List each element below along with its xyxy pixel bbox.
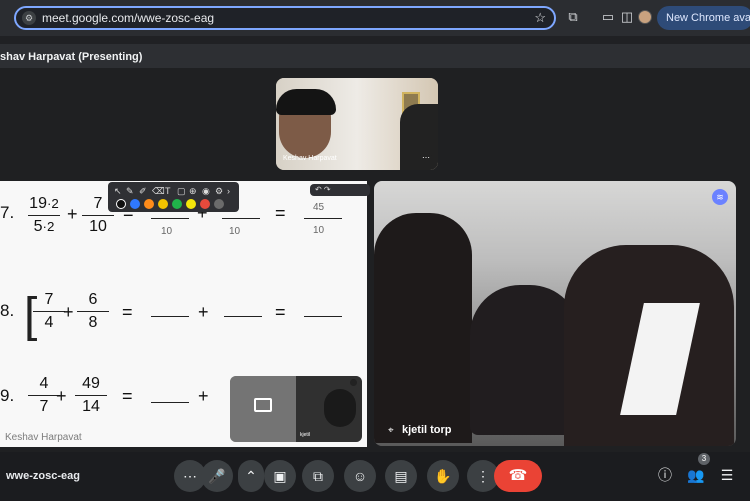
chevron-right-icon[interactable]: ›: [227, 186, 230, 196]
person-hair: [276, 89, 336, 115]
address-bar[interactable]: ⚙ meet.google.com/wwe-zosc-eag ☆: [14, 6, 556, 30]
side-person: [400, 104, 438, 170]
yellow-color-icon[interactable]: [158, 199, 168, 209]
top-tile-name: Keshav Harpavat: [283, 155, 337, 162]
equals-sign-2: =: [275, 203, 286, 223]
mute-indicator-icon: [350, 379, 357, 386]
raise-hand-button[interactable]: ✋: [427, 460, 459, 492]
math-row-8: 8. [ 7 4 + 6 8 = + =: [0, 270, 367, 342]
right-video-tile[interactable]: ≋ ⌖ kjetil torp: [374, 181, 736, 446]
handwritten-result-den: 10: [313, 225, 325, 236]
plus-sign-2: +: [198, 386, 209, 406]
eraser-icon[interactable]: ⌫: [152, 186, 165, 197]
lime-color-icon[interactable]: [186, 199, 196, 209]
meeting-controls-bar: wwe-zosc-eag ⋯ 🎤 ⌃ ▣ ⧉ ☺ ▤ ✋ ⋮ ☎ ⓘ 👥 ☰: [0, 452, 750, 501]
cursor-icon[interactable]: ↖: [114, 186, 122, 197]
emoji-button[interactable]: ☺: [344, 460, 376, 492]
avatar[interactable]: [638, 10, 652, 24]
blank-1: [151, 316, 189, 317]
blank-2: [222, 218, 260, 219]
presentation-bar: shav Harpavat (Presenting): [0, 44, 750, 68]
end-call-button[interactable]: ☎: [494, 460, 542, 492]
self-head: [324, 389, 356, 427]
equals-sign: =: [122, 302, 133, 322]
top-video-tile[interactable]: Keshav Harpavat ⋯: [276, 78, 438, 170]
equals-sign: =: [122, 386, 133, 406]
plus-sign: +: [63, 302, 74, 322]
right-tile-name: kjetil torp: [402, 424, 452, 436]
screen-owner-label: Keshav Harpavat: [5, 432, 82, 443]
fraction-b: 6 8: [77, 291, 109, 332]
annotation-toolbar[interactable]: ↖ ✎ ✐ ⌫ T ▢ ⊕ ◉ ⚙ ›: [108, 182, 239, 212]
orange-color-icon[interactable]: [144, 199, 154, 209]
browser-toolbar: ⚙ meet.google.com/wwe-zosc-eag ☆ ⧉ ▭ ◫ N…: [0, 0, 750, 36]
participant-count-badge: 3: [698, 453, 710, 465]
captions-button[interactable]: ▤: [385, 460, 417, 492]
gray-color-icon[interactable]: [214, 199, 224, 209]
meeting-code: wwe-zosc-eag: [6, 470, 80, 482]
pen-icon[interactable]: ✎: [126, 186, 134, 197]
mic-button[interactable]: 🎤: [201, 460, 233, 492]
plus-sign: +: [56, 386, 67, 406]
self-view-label: kjetil: [300, 432, 311, 438]
row-index: 8.: [0, 301, 15, 320]
blank-2: [224, 316, 262, 317]
presenting-preview: [230, 376, 296, 442]
fraction-a: 7 4: [33, 291, 65, 332]
update-chrome-button[interactable]: New Chrome available: [657, 6, 750, 30]
url-text[interactable]: meet.google.com/wwe-zosc-eag: [42, 11, 214, 25]
people-button[interactable]: 👥: [687, 466, 705, 484]
highlighter-icon[interactable]: ✐: [139, 186, 147, 197]
fraction-b: 49 14: [75, 375, 107, 416]
blue-color-icon[interactable]: [130, 199, 140, 209]
handwritten-45: 45: [313, 202, 325, 213]
profile-switch-icon[interactable]: ◫: [619, 9, 635, 25]
row-index: 7.: [0, 203, 15, 222]
present-screen-icon: [254, 398, 272, 412]
audio-level-icon: ≋: [712, 189, 728, 205]
result-blank: [304, 218, 342, 219]
camera-button[interactable]: ▣: [264, 460, 296, 492]
site-info-icon[interactable]: ⚙: [22, 11, 36, 25]
handwritten-10-b: 10: [229, 226, 241, 237]
settings-mini-icon[interactable]: ⚙: [215, 186, 223, 197]
tile-more-icon[interactable]: ⋯: [420, 152, 432, 164]
extensions-icon[interactable]: ⧉: [565, 9, 581, 25]
black-color-icon[interactable]: [116, 199, 126, 209]
self-view-tile[interactable]: kjetil: [230, 376, 362, 442]
shape-icon[interactable]: ▢: [177, 186, 186, 197]
fraction-a: 19·2 5·2: [28, 195, 60, 235]
presenting-banner: shav Harpavat (Presenting): [0, 51, 143, 63]
blank-1: [151, 218, 189, 219]
pin-icon: ⌖: [388, 425, 394, 436]
result-blank: [304, 316, 342, 317]
handwritten-10-a: 10: [161, 226, 173, 237]
meeting-info-button[interactable]: ⓘ: [656, 466, 674, 484]
text-icon[interactable]: T: [165, 186, 171, 196]
student-left: [374, 213, 472, 443]
present-button[interactable]: ⧉: [302, 460, 334, 492]
green-color-icon[interactable]: [172, 199, 182, 209]
cast-icon[interactable]: ▭: [600, 9, 616, 25]
equals-sign-2: =: [275, 302, 286, 322]
row-index: 9.: [0, 386, 15, 405]
undo-redo-controls[interactable]: ↶ ↷: [310, 184, 370, 196]
zoom-icon[interactable]: ⊕: [189, 186, 197, 197]
audio-options-button[interactable]: ⌃: [238, 460, 264, 492]
plus-sign-2: +: [198, 302, 209, 322]
blank-1: [151, 402, 189, 403]
red-color-icon[interactable]: [200, 199, 210, 209]
chat-button[interactable]: ☰: [718, 466, 736, 484]
mic-mini-icon[interactable]: ◉: [202, 186, 210, 197]
plus-sign: +: [67, 204, 78, 224]
star-icon[interactable]: ☆: [534, 10, 546, 26]
